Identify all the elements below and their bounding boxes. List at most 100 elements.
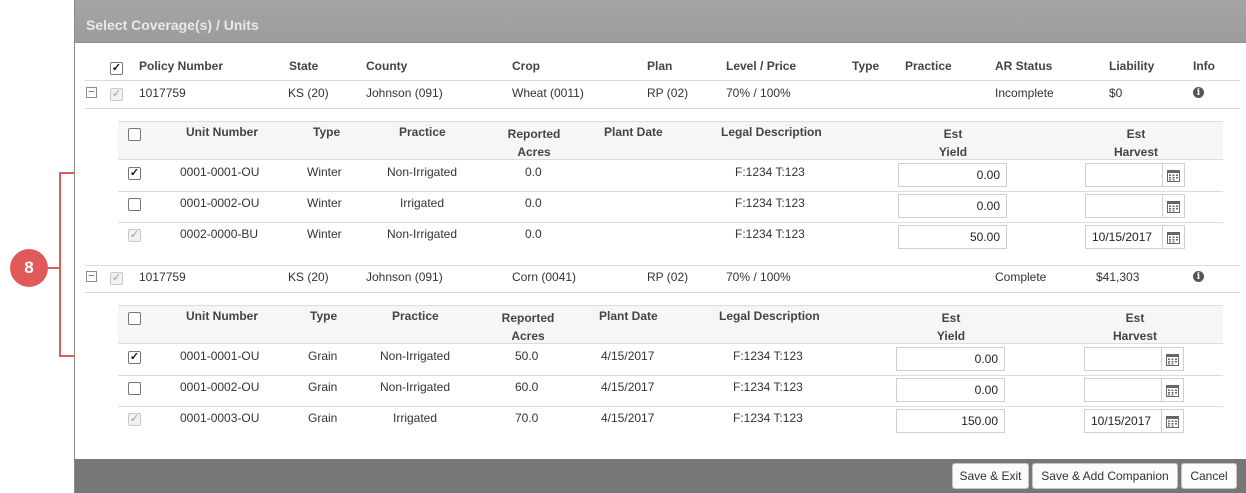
policy-state: KS (20) (288, 270, 329, 284)
header-crop: Crop (512, 59, 540, 73)
unit-checkbox[interactable] (128, 382, 141, 395)
unit-practice: Non-Irrigated (387, 165, 458, 179)
est-yield-input[interactable] (898, 225, 1007, 249)
policy-liability: $41,303 (1096, 270, 1140, 284)
est-harvest-input[interactable] (1084, 378, 1162, 402)
unit-acres: 60.0 (515, 380, 539, 394)
unit-acres: 0.0 (525, 165, 542, 179)
calendar-icon[interactable] (1163, 163, 1185, 187)
unit-acres: 0.0 (525, 227, 542, 241)
unit-header-unit-number: Unit Number (186, 309, 258, 323)
unit-checkbox[interactable] (128, 167, 141, 180)
est-harvest-input[interactable] (1084, 409, 1162, 433)
calendar-icon[interactable] (1163, 194, 1185, 218)
unit-header-est-yield: Est Yield (936, 311, 966, 343)
unit-type: Winter (307, 165, 342, 179)
unit-type: Grain (308, 380, 338, 394)
policy-number: 1017759 (139, 270, 186, 284)
est-yield-input[interactable] (898, 194, 1007, 218)
est-yield-input[interactable] (896, 378, 1005, 402)
dialog-title: Select Coverage(s) / Units (86, 17, 259, 33)
header-info: Info (1193, 59, 1215, 73)
unit-legal-description: F:1234 T:123 (735, 196, 805, 210)
est-yield-input[interactable] (896, 409, 1005, 433)
header-practice: Practice (905, 59, 952, 73)
policy-number: 1017759 (139, 86, 186, 100)
unit-header-type: Type (313, 125, 341, 139)
unit-practice: Non-Irrigated (380, 380, 451, 394)
policy-checkbox (110, 272, 123, 285)
unit-header-practice: Practice (399, 125, 446, 139)
policy-ar-status: Incomplete (995, 86, 1054, 100)
info-icon[interactable]: i (1193, 271, 1204, 282)
unit-header-reported-acres: Reported Acres (507, 127, 561, 159)
info-icon[interactable]: i (1193, 87, 1204, 98)
est-harvest-input[interactable] (1085, 225, 1163, 249)
unit-header-practice: Practice (392, 309, 439, 323)
unit-legal-description: F:1234 T:123 (735, 165, 805, 179)
policy-crop: Wheat (0011) (512, 86, 584, 100)
unit-type: Winter (307, 196, 342, 210)
unit-header-est-harvest: Est Harvest (1113, 127, 1159, 159)
est-yield-input[interactable] (896, 347, 1005, 371)
header-county: County (366, 59, 408, 73)
calendar-icon[interactable] (1162, 378, 1184, 402)
unit-header-est-yield: Est Yield (938, 127, 968, 159)
unit-header-legal-description: Legal Description (721, 125, 822, 139)
policy-level-price: 70% / 100% (726, 270, 791, 284)
calendar-icon[interactable] (1162, 347, 1184, 371)
unit-plant-date: 4/15/2017 (601, 411, 655, 425)
unit-acres: 0.0 (525, 196, 542, 210)
unit-legal-description: F:1234 T:123 (733, 349, 803, 363)
policy-checkbox (110, 88, 123, 101)
calendar-icon[interactable] (1163, 225, 1185, 249)
unit-header-plant-date: Plant Date (599, 309, 658, 323)
unit-header-type: Type (310, 309, 338, 323)
select-all-units-checkbox[interactable] (128, 312, 141, 325)
unit-type: Grain (308, 349, 338, 363)
save-exit-button[interactable]: Save & Exit (952, 463, 1029, 489)
header-liability: Liability (1109, 59, 1155, 73)
unit-type: Grain (308, 411, 338, 425)
unit-number: 0001-0001-OU (180, 165, 260, 179)
unit-plant-date: 4/15/2017 (601, 349, 655, 363)
unit-practice: Non-Irrigated (380, 349, 451, 363)
policy-plan: RP (02) (647, 86, 689, 100)
coverage-dialog: Select Coverage(s) / Units Policy Number… (74, 0, 1246, 493)
unit-checkbox[interactable] (128, 351, 141, 364)
unit-header-est-harvest: Est Harvest (1112, 311, 1158, 343)
est-yield-input[interactable] (898, 163, 1007, 187)
unit-header-legal-description: Legal Description (719, 309, 820, 323)
unit-checkbox[interactable] (128, 198, 141, 211)
collapse-policy-icon[interactable]: − (86, 271, 97, 282)
policy-crop: Corn (0041) (512, 270, 577, 284)
unit-header-plant-date: Plant Date (604, 125, 663, 139)
dialog-titlebar: Select Coverage(s) / Units (75, 0, 1246, 43)
save-add-companion-button[interactable]: Save & Add Companion (1032, 463, 1178, 489)
cancel-button[interactable]: Cancel (1181, 463, 1237, 489)
est-harvest-input[interactable] (1084, 347, 1162, 371)
header-policy-number: Policy Number (139, 59, 224, 73)
unit-number: 0002-0000-BU (180, 227, 259, 241)
collapse-policy-icon[interactable]: − (86, 87, 97, 98)
unit-number: 0001-0003-OU (180, 411, 260, 425)
unit-legal-description: F:1234 T:123 (733, 380, 803, 394)
unit-legal-description: F:1234 T:123 (735, 227, 805, 241)
unit-practice: Irrigated (400, 196, 445, 210)
select-all-policies-checkbox[interactable] (110, 62, 123, 75)
policy-county: Johnson (091) (366, 86, 443, 100)
unit-checkbox (128, 229, 141, 242)
unit-acres: 70.0 (515, 411, 539, 425)
unit-plant-date: 4/15/2017 (601, 380, 655, 394)
policy-county: Johnson (091) (366, 270, 443, 284)
unit-practice: Non-Irrigated (387, 227, 458, 241)
unit-number: 0001-0001-OU (180, 349, 260, 363)
header-type: Type (852, 59, 880, 73)
select-all-units-checkbox[interactable] (128, 128, 141, 141)
est-harvest-input[interactable] (1085, 194, 1163, 218)
calendar-icon[interactable] (1162, 409, 1184, 433)
callout-badge: 8 (10, 249, 48, 287)
est-harvest-input[interactable] (1085, 163, 1163, 187)
unit-acres: 50.0 (515, 349, 539, 363)
unit-header-unit-number: Unit Number (186, 125, 258, 139)
